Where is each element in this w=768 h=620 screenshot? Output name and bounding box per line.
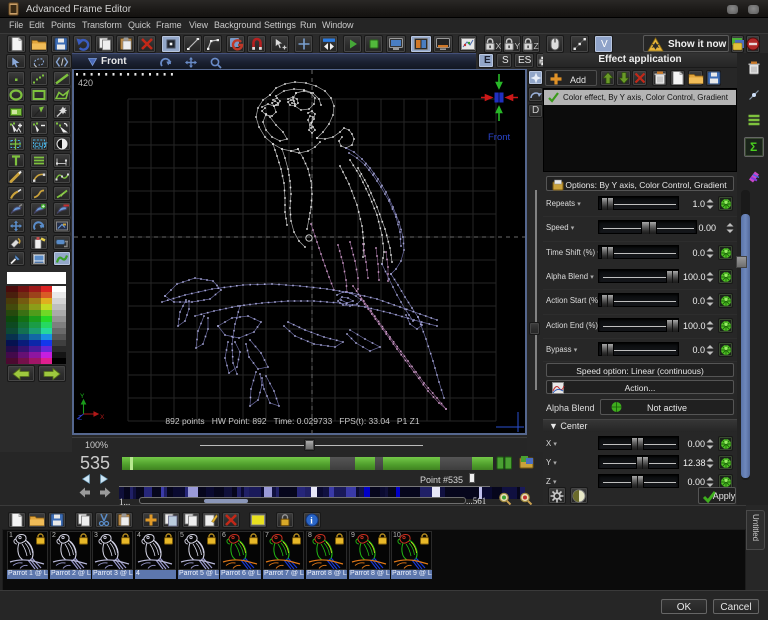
svg-text:Y: Y: [515, 41, 521, 51]
svg-text:CUT: CUT: [34, 142, 47, 149]
svg-text:X: X: [496, 41, 502, 51]
svg-text:Z: Z: [534, 41, 539, 51]
svg-text:Y: Y: [80, 393, 85, 400]
svg-text:Front: Front: [488, 132, 511, 143]
